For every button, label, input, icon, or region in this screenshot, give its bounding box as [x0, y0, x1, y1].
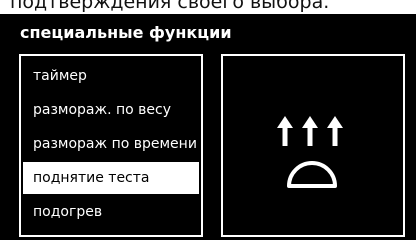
menu-item-defrost-weight[interactable]: размораж. по весу — [23, 94, 199, 126]
instruction-text: подтверждения своего выбора. — [10, 0, 330, 13]
dough-rise-icon — [277, 116, 343, 188]
menu-item-dough-rise[interactable]: поднятие теста — [23, 162, 199, 194]
appliance-display: специальные функции таймер размораж. по … — [0, 14, 416, 240]
menu-item-warm[interactable]: подогрев — [23, 196, 199, 228]
function-menu: таймер размораж. по весу размораж по вре… — [19, 54, 203, 237]
menu-item-timer[interactable]: таймер — [23, 60, 199, 92]
menu-item-defrost-time[interactable]: размораж по времени — [23, 128, 199, 160]
screen-title: специальные функции — [20, 23, 232, 42]
function-preview — [221, 54, 405, 237]
